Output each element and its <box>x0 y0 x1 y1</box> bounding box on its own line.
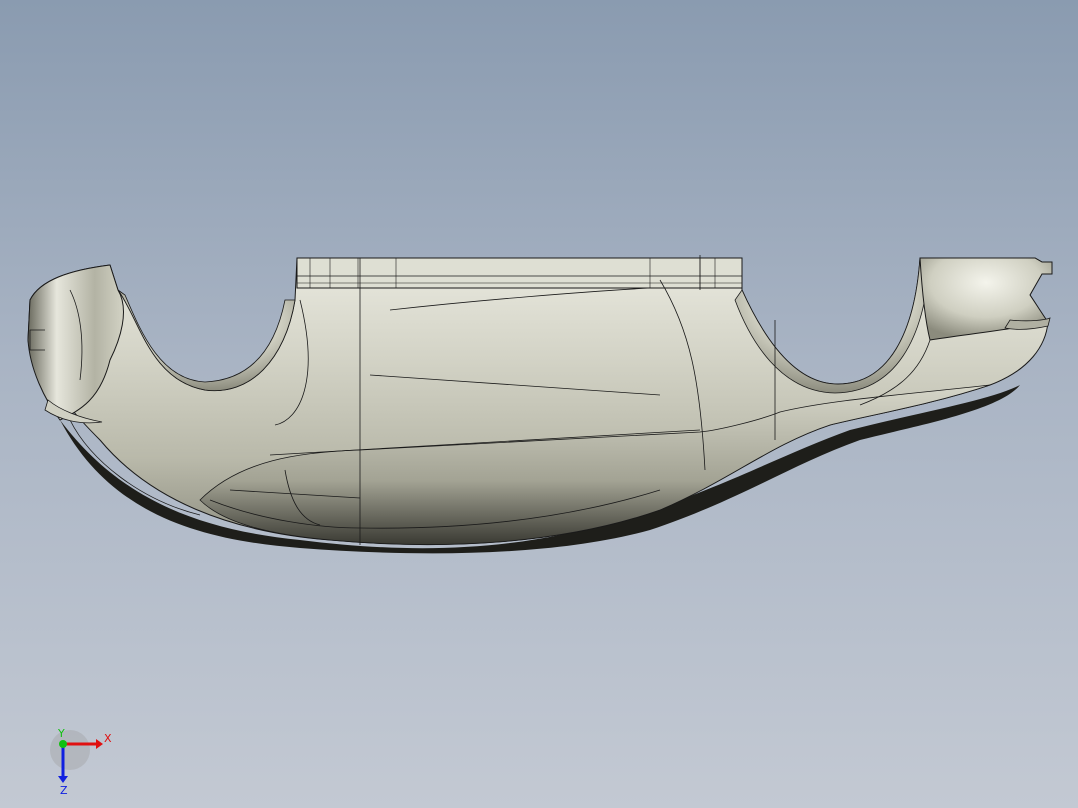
z-axis-label: Z <box>60 784 68 797</box>
model-top-flange <box>296 257 743 289</box>
y-axis-dot <box>59 740 67 748</box>
x-axis-label: X <box>104 732 112 745</box>
z-axis-arrow-icon <box>58 776 68 783</box>
graphics-viewport[interactable]: X Y Z <box>0 0 1078 808</box>
cad-model[interactable] <box>0 0 1078 808</box>
y-axis-label: Y <box>57 728 65 740</box>
triad-disc <box>50 730 90 770</box>
orientation-triad: X Y Z <box>50 728 112 797</box>
x-axis-arrow-icon <box>96 739 103 749</box>
